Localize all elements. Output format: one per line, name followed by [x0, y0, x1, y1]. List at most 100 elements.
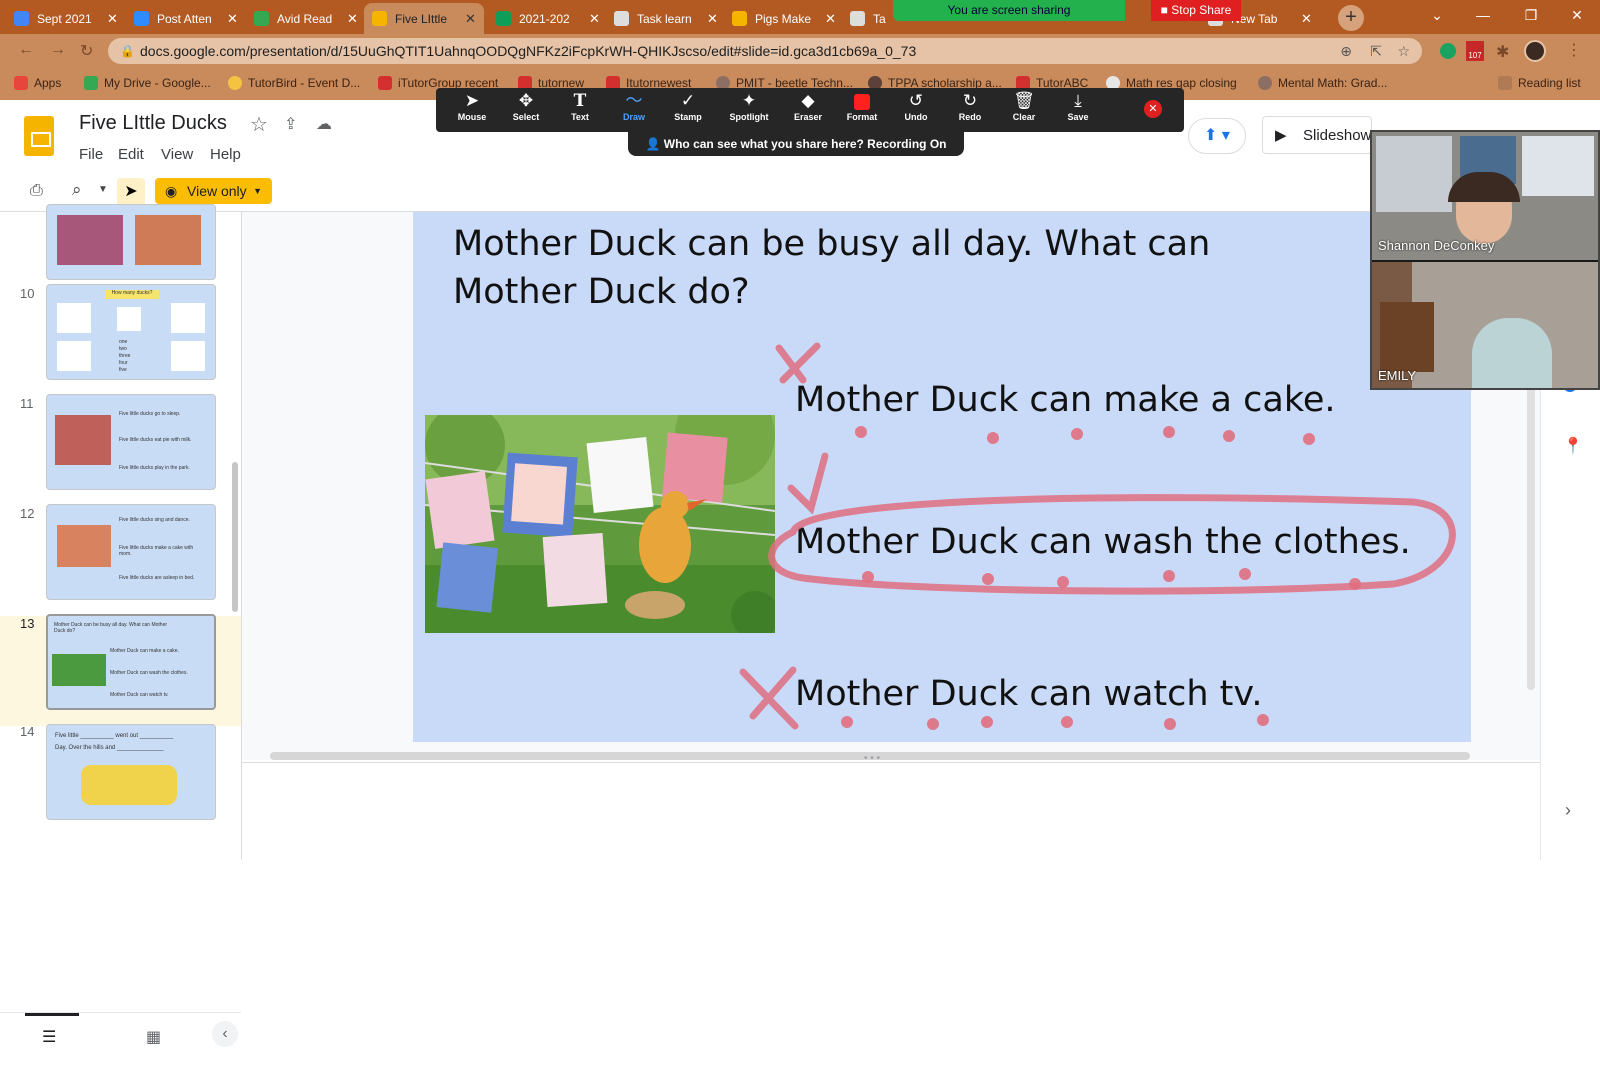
annotate-save-button[interactable]: ⤓ Save — [1052, 90, 1104, 130]
minimize-button[interactable]: — — [1460, 0, 1506, 30]
close-icon[interactable]: ✕ — [1301, 11, 1312, 27]
share-icon[interactable]: ⇱ — [1370, 38, 1382, 64]
back-icon[interactable]: ← — [18, 41, 34, 59]
close-icon[interactable]: ✕ — [707, 11, 718, 27]
play-icon: ▶ — [1275, 127, 1287, 144]
annotate-redo-button[interactable]: ↻ Redo — [944, 90, 996, 130]
close-icon[interactable]: ✕ — [825, 11, 836, 27]
thumbnail-image — [57, 303, 91, 333]
thumbnail-image — [57, 341, 91, 371]
zoom-icon[interactable]: ⌕ — [72, 180, 82, 200]
thumbnail-image — [171, 341, 205, 371]
slides-logo-icon[interactable] — [24, 116, 54, 156]
select-cursor-icon[interactable]: ➤ — [117, 178, 145, 206]
reload-icon[interactable]: ↻ — [80, 41, 93, 61]
url-input[interactable]: 🔒 docs.google.com/presentation/d/15UuGhQ… — [108, 38, 1422, 64]
annotate-clear-button[interactable]: 🗑 Clear — [998, 90, 1050, 130]
browser-tab[interactable]: Post Atten ✕ — [126, 3, 246, 34]
bookmark-apps[interactable]: Apps — [14, 76, 61, 90]
star-icon[interactable]: ☆ — [1397, 38, 1410, 64]
expand-panel-icon[interactable]: › — [1565, 800, 1571, 821]
speaker-notes-area[interactable]: • • • — [242, 753, 1540, 860]
zoom-icon — [134, 11, 149, 26]
filmstrip-scrollbar[interactable] — [232, 462, 238, 612]
print-icon[interactable]: ⎙ — [30, 182, 43, 200]
browser-tab[interactable]: Sept 2021 ✕ — [6, 3, 126, 34]
bookmark[interactable]: Mental Math: Grad... — [1258, 76, 1387, 90]
slide-thumbnail-13[interactable]: Mother Duck can be busy all day. What ca… — [46, 614, 216, 710]
annotate-draw-button[interactable]: 〜 Draw — [608, 90, 660, 130]
annotate-text-button[interactable]: T Text — [554, 90, 606, 130]
filmstrip-view-icon[interactable]: ☰ — [42, 1027, 56, 1047]
tab-title: Ta — [873, 11, 886, 26]
maps-icon[interactable]: 📍 — [1563, 436, 1583, 456]
menu-view[interactable]: View — [161, 146, 193, 163]
participant-name-1: Shannon DeConkey — [1378, 238, 1495, 253]
thumbnail-text: Five little ducks go to sleep. — [119, 411, 181, 417]
video-panel[interactable]: Shannon DeConkey EMILY — [1370, 130, 1600, 390]
annotation-ink-layer — [739, 342, 1456, 730]
browser-tab[interactable]: Task learn ✕ — [606, 3, 726, 34]
bookmark[interactable]: My Drive - Google... — [84, 76, 211, 90]
close-icon[interactable]: ✕ — [227, 11, 238, 27]
browser-tab-active[interactable]: Five LIttle ✕ — [364, 3, 484, 34]
reading-list[interactable]: Reading list — [1498, 76, 1581, 90]
annotate-spotlight-button[interactable]: ✦ Spotlight — [716, 90, 782, 130]
close-icon[interactable]: ✕ — [107, 11, 118, 27]
slide-filmstrip[interactable]: 10 How many ducks? one two three four five 1… — [0, 204, 242, 1072]
slide-thumbnail-12[interactable]: Five little ducks sing and dance. Five l… — [46, 504, 216, 600]
close-icon[interactable]: ✕ — [589, 11, 600, 27]
present-options-button[interactable]: ⬆ ▾ — [1188, 118, 1246, 154]
tab-title: Pigs Make — [755, 11, 812, 26]
slide-thumbnail-9[interactable] — [46, 204, 216, 280]
recording-notice-text: Who can see what you share here? Recordi… — [663, 137, 947, 151]
collapse-panel-icon[interactable]: ‹ — [212, 1021, 238, 1047]
annotate-eraser-button[interactable]: ◆ Eraser — [782, 90, 834, 130]
close-window-button[interactable]: ✕ — [1554, 0, 1600, 30]
menu-help[interactable]: Help — [210, 146, 241, 163]
thumbnail-text: one two three four five — [119, 339, 131, 373]
extension-icon[interactable] — [1440, 43, 1456, 59]
resize-handle[interactable]: • • • — [864, 753, 880, 764]
chevron-down-icon[interactable]: ⌄ — [1414, 0, 1460, 30]
grid-view-icon[interactable]: ▦ — [146, 1027, 161, 1047]
close-icon[interactable]: ✕ — [465, 11, 476, 27]
annotate-select-button[interactable]: ✥ Select — [500, 90, 552, 130]
close-icon[interactable]: ✕ — [347, 11, 358, 27]
new-tab-button[interactable]: + — [1338, 5, 1364, 31]
browser-tab[interactable]: 2021-202 ✕ — [488, 3, 608, 34]
more-icon[interactable]: ⋮ — [1566, 40, 1582, 60]
bookmark[interactable]: TutorBird - Event D... — [228, 76, 360, 90]
annotate-undo-button[interactable]: ↺ Undo — [890, 90, 942, 130]
forward-icon[interactable]: → — [50, 41, 66, 59]
menu-edit[interactable]: Edit — [118, 146, 144, 163]
browser-tab[interactable]: Pigs Make ✕ — [724, 3, 844, 34]
slide-thumbnail-10[interactable]: How many ducks? one two three four five — [46, 284, 216, 380]
slides-icon — [372, 11, 387, 26]
recording-notice[interactable]: 👤 Who can see what you share here? Recor… — [628, 132, 964, 156]
browser-tab[interactable]: Avid Read ✕ — [246, 3, 366, 34]
profile-avatar[interactable] — [1524, 40, 1546, 62]
stop-share-button[interactable]: ■ Stop Share — [1151, 0, 1241, 21]
slide-thumbnail-11[interactable]: Five little ducks go to sleep. Five litt… — [46, 394, 216, 490]
star-icon[interactable]: ☆ — [250, 112, 268, 137]
menu-file[interactable]: File — [79, 146, 103, 163]
chevron-down-icon[interactable]: ▼ — [98, 184, 108, 195]
move-to-drive-icon[interactable]: ⇪ — [284, 114, 297, 134]
close-toolbar-icon[interactable]: ✕ — [1144, 100, 1162, 118]
annotate-stamp-button[interactable]: ✓ Stamp — [662, 90, 714, 130]
slide[interactable]: Mother Duck can be busy all day. What ca… — [413, 212, 1471, 742]
annotate-mouse-button[interactable]: ➤ Mouse — [446, 90, 498, 130]
slideshow-button[interactable]: ▶ Slideshow — [1262, 116, 1372, 154]
slide-thumbnail-14[interactable]: Five little __________ went out ________… — [46, 724, 216, 820]
screen-sharing-banner[interactable]: You are screen sharing — [893, 0, 1125, 21]
thumbnail-image — [55, 415, 111, 465]
restore-button[interactable]: ❐ — [1508, 0, 1554, 30]
puzzle-icon[interactable]: ✱ — [1496, 42, 1509, 62]
zoom-in-icon[interactable]: ⊕ — [1340, 38, 1352, 64]
view-only-button[interactable]: ◉ View only ▼ — [155, 178, 272, 204]
move-icon: ✥ — [518, 91, 534, 110]
document-title[interactable]: Five LIttle Ducks — [79, 112, 227, 135]
annotate-format-button[interactable]: Format — [836, 90, 888, 130]
extension-badge[interactable]: 107 — [1466, 41, 1484, 61]
